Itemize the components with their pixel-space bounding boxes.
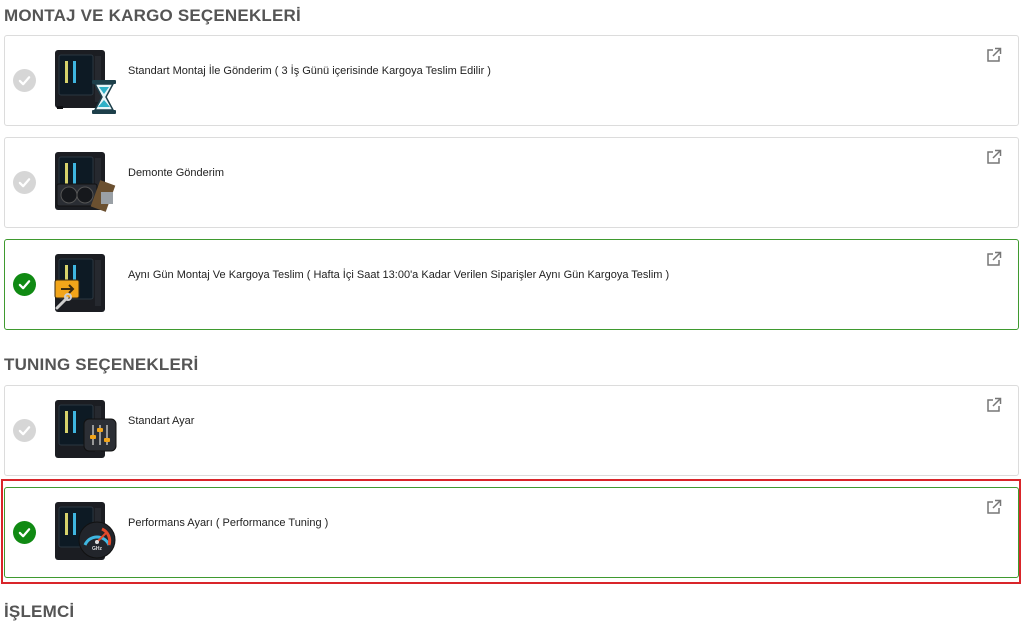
option-label: Demonte Gönderim [128, 167, 224, 179]
gauge-unit-label: GHz [92, 546, 102, 552]
hourglass-icon [90, 79, 118, 120]
section-title-tuning: TUNING SEÇENEKLERİ [4, 355, 199, 374]
unchecked-icon[interactable] [13, 171, 36, 194]
speedometer-icon: GHz [78, 521, 116, 559]
checked-icon[interactable] [13, 521, 36, 544]
option-label: Standart Ayar [128, 415, 195, 427]
section-title-cpu: İŞLEMCİ [4, 602, 75, 621]
sliders-icon [83, 418, 117, 457]
external-link-icon[interactable] [985, 148, 1003, 166]
option-label: Aynı Gün Montaj Ve Kargoya Teslim ( Haft… [128, 269, 670, 281]
option-card-disassembled[interactable]: Demonte Gönderim [4, 137, 1019, 228]
option-label: Standart Montaj İle Gönderim ( 3 İş Günü… [128, 65, 491, 77]
section-title-assembly: MONTAJ VE KARGO SEÇENEKLERİ [4, 6, 301, 25]
components-icon [55, 178, 119, 219]
external-link-icon[interactable] [985, 46, 1003, 64]
option-card-performance-tuning[interactable]: GHz Performans Ayarı ( Performance Tunin… [4, 487, 1019, 578]
external-link-icon[interactable] [985, 250, 1003, 268]
option-card-standard-tuning[interactable]: Standart Ayar [4, 385, 1019, 476]
external-link-icon[interactable] [985, 396, 1003, 414]
option-card-standard-assembly[interactable]: Standart Montaj İle Gönderim ( 3 İş Günü… [4, 35, 1019, 126]
external-link-icon[interactable] [985, 498, 1003, 516]
option-card-same-day[interactable]: Aynı Gün Montaj Ve Kargoya Teslim ( Haft… [4, 239, 1019, 330]
option-label: Performans Ayarı ( Performance Tuning ) [128, 517, 329, 529]
unchecked-icon[interactable] [13, 419, 36, 442]
unchecked-icon[interactable] [13, 69, 36, 92]
delivery-box-icon [51, 278, 83, 317]
checked-icon[interactable] [13, 273, 36, 296]
